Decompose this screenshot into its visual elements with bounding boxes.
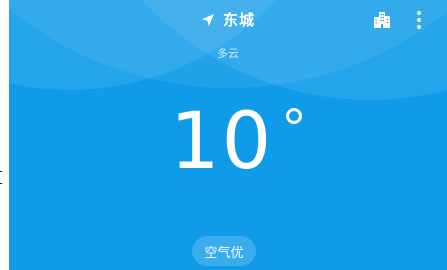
current-temperature: 10 xyxy=(170,97,274,187)
more-vert-icon[interactable] xyxy=(416,10,422,30)
buildings-icon[interactable] xyxy=(373,11,391,29)
degree-symbol xyxy=(286,108,302,124)
weather-screen: 东城 多云 10 空气优 xyxy=(0,0,447,270)
air-quality-label: 空气优 xyxy=(204,245,244,261)
navigation-arrow-icon xyxy=(201,13,214,26)
top-bar: 东城 xyxy=(9,0,447,40)
air-quality-button[interactable]: 空气优 xyxy=(192,236,256,266)
city-name: 东城 xyxy=(222,11,255,29)
weather-condition: 多云 xyxy=(217,47,239,60)
